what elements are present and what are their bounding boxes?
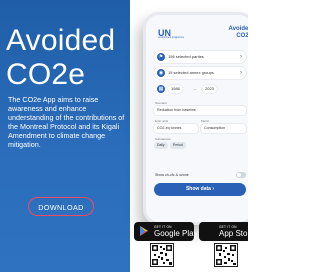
phone-mockup: UN environment programme Avoided CO2e ⚑ … — [143, 12, 248, 225]
unit-select[interactable]: CO2-eq tonnes — [154, 124, 198, 133]
year-range: ▦ 1986 – 2023 — [154, 83, 246, 95]
promo-panel: Avoided CO2e The CO2e App aims to raise … — [0, 0, 130, 272]
promo-title-line2: CO2e — [6, 58, 86, 91]
parties-selector[interactable]: ⚑ 156 selected parties › — [154, 51, 246, 63]
google-play-badge[interactable]: GET IT ON Google Play — [134, 222, 198, 241]
annex-groups-selector[interactable]: ◉ 15 selected annex groups › — [154, 67, 246, 79]
show-data-label: Show data — [185, 186, 211, 192]
chevron-right-icon: › — [240, 70, 242, 76]
flag-icon: ⚑ — [157, 53, 165, 61]
un-logo-subtitle: environment programme — [158, 36, 185, 39]
promo-title: Avoided CO2e — [6, 24, 130, 92]
app-name: Avoided CO2e — [228, 26, 248, 39]
apple-badge-big-text: App Sto — [219, 229, 248, 238]
year-from-select[interactable]: 1986 — [168, 85, 183, 93]
ozone-toggle[interactable] — [236, 172, 246, 178]
app-store-qr-code — [214, 243, 238, 267]
substances-label: Substances — [155, 137, 171, 141]
app-store-badge[interactable]: GET IT ON App Sto — [199, 222, 248, 241]
chip-daily[interactable]: Daily — [154, 142, 168, 149]
arrow-right-icon: › — [212, 186, 215, 192]
metric-label: Metric — [201, 119, 210, 123]
chip-period[interactable]: Period — [170, 142, 186, 149]
calendar-icon: ▦ — [157, 85, 165, 93]
google-play-qr-code — [150, 243, 174, 267]
toggle-label: Show ch-cfc & ozone — [155, 173, 189, 177]
chevron-right-icon: › — [240, 54, 242, 60]
download-button[interactable]: DOWNLOAD — [28, 197, 94, 216]
globe-icon: ◉ — [157, 69, 165, 77]
app-promo-canvas: Avoided CO2e The CO2e App aims to raise … — [0, 0, 248, 272]
scenario-select[interactable]: Reduction from baseline — [154, 106, 246, 115]
annex-groups-text: 15 selected annex groups — [168, 70, 214, 75]
unit-label: Emit units — [155, 119, 169, 123]
metric-select[interactable]: Consumption — [201, 124, 246, 133]
apple-icon — [203, 225, 215, 237]
phone-header: UN environment programme Avoided CO2e — [146, 15, 248, 45]
promo-description: The CO2e App aims to raise awareness and… — [8, 95, 125, 149]
promo-title-line1: Avoided — [6, 24, 116, 57]
year-to-select[interactable]: 2023 — [202, 85, 217, 93]
google-badge-big-text: Google Play — [154, 229, 198, 238]
play-store-icon — [138, 225, 150, 237]
year-range-separator: – — [194, 86, 197, 91]
parties-text: 156 selected parties — [168, 54, 204, 59]
scenario-label: Scenario — [155, 101, 167, 105]
show-data-button[interactable]: Show data › — [154, 183, 246, 196]
